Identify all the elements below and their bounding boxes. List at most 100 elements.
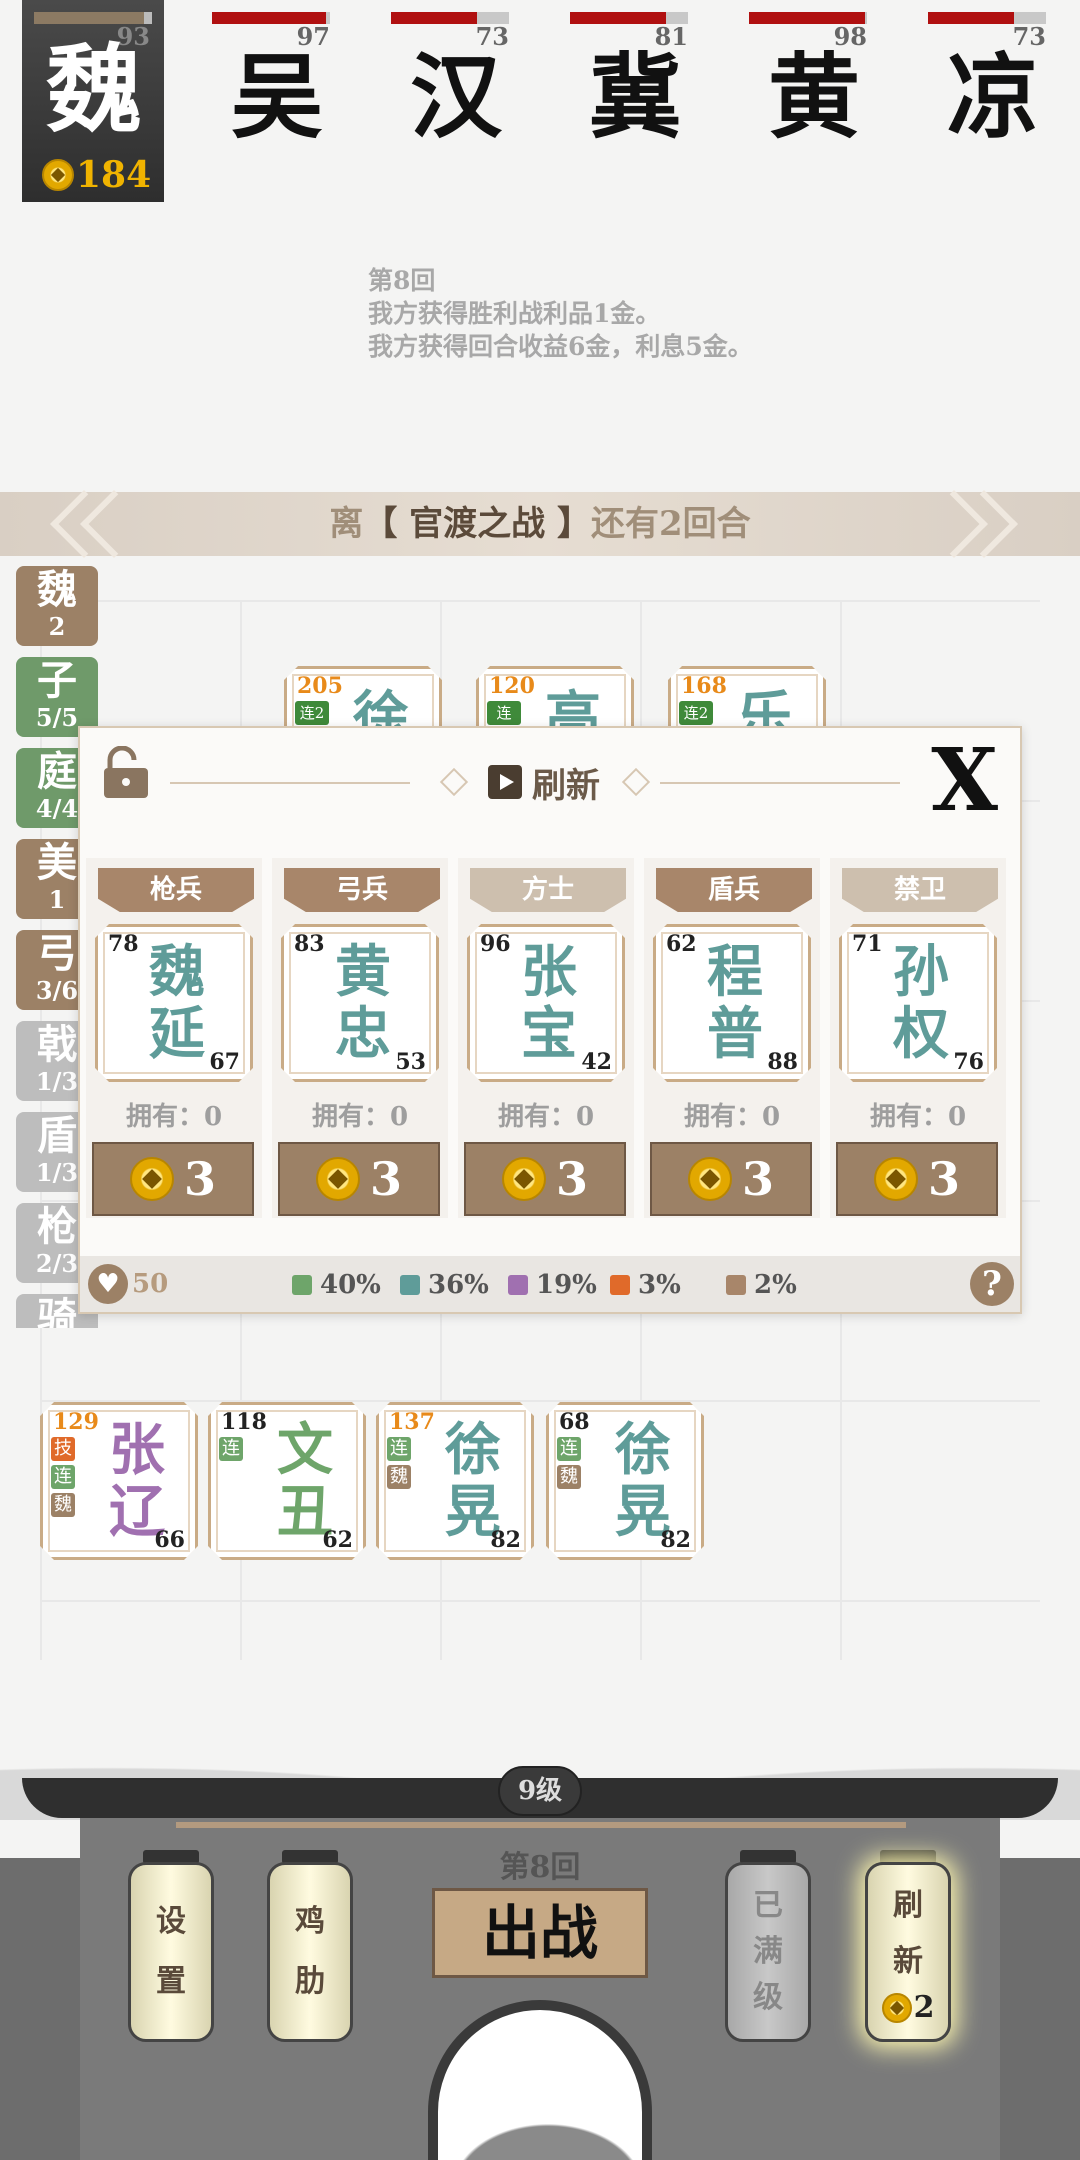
owned-count: 拥有：0 <box>497 1102 595 1132</box>
enemy-faction-glyph: 吴 <box>230 43 323 151</box>
unlock-icon[interactable] <box>98 746 154 802</box>
log-loot: 我方获得胜利战利品1金。 <box>368 299 661 328</box>
buy-button[interactable]: 3 <box>92 1142 254 1216</box>
price-value: 3 <box>183 1152 216 1206</box>
player-faction-panel: 93 魏 184 <box>22 0 164 202</box>
unit-badges: 技连魏 <box>51 1437 79 1521</box>
unit-name: 黄忠 <box>304 941 422 1065</box>
tier-odds-value: 2% <box>754 1270 797 1300</box>
bench-unit-card[interactable]: 137 连魏徐晃 82 <box>376 1402 534 1560</box>
enemy-faction-glyph: 凉 <box>946 43 1039 151</box>
tier-color-swatch <box>610 1275 630 1295</box>
tier-odds: 19% <box>508 1270 597 1300</box>
banner-prefix: 离 <box>329 504 364 544</box>
unit-defense: 42 <box>581 1049 612 1075</box>
buy-button[interactable]: 3 <box>836 1142 998 1216</box>
buy-button[interactable]: 3 <box>650 1142 812 1216</box>
enemy-faction[interactable]: 81 冀 <box>570 12 700 152</box>
shop-unit-card[interactable]: 71 孙权 76 <box>839 924 997 1082</box>
unit-class-label: 禁卫 <box>842 868 998 912</box>
shop-refresh-button[interactable]: 刷新 <box>488 754 600 810</box>
gold-coin-icon <box>873 1157 918 1201</box>
fight-button[interactable]: 出战 <box>432 1888 648 1978</box>
shop-panel: 刷新 X 枪兵 78 魏延 67 拥有：0 3 弓兵 83 黄忠 53 拥有：0 3 方士 96 张宝 42 拥… <box>78 726 1022 1314</box>
refresh-shop-button[interactable]: 刷 新 2 <box>865 1862 951 2042</box>
buy-button[interactable]: 3 <box>464 1142 626 1216</box>
settings-button[interactable]: 设 置 <box>128 1862 214 2042</box>
chain-badge: 连2 <box>679 701 713 725</box>
event-banner: 离【 官渡之战 】还有2回合 <box>0 490 1080 558</box>
unit-badge: 魏 <box>51 1493 75 1517</box>
shop-unit-card[interactable]: 96 张宝 42 <box>467 924 625 1082</box>
tier-odds-value: 36% <box>428 1270 489 1300</box>
unit-badge: 连 <box>557 1437 581 1461</box>
help-button[interactable]: ? <box>970 1262 1014 1306</box>
title-divider-left <box>170 782 410 784</box>
banner-suffix: 还有2回合 <box>591 504 751 544</box>
level-up-button-maxed[interactable]: 已 满 级 <box>725 1862 811 2042</box>
shop-unit-card[interactable]: 62 程普 88 <box>653 924 811 1082</box>
shop-odds-bar: ♥ 50 40% 36% 19% 3% 2% ? <box>80 1256 1020 1312</box>
bench-unit-card[interactable]: 68 连魏徐晃 82 <box>546 1402 704 1560</box>
tier-color-swatch <box>400 1275 420 1295</box>
heart-icon: ♥ <box>88 1264 128 1304</box>
bench-unit-card[interactable]: 129 技连魏张辽 66 <box>40 1402 198 1560</box>
enemy-faction[interactable]: 97 吴 <box>212 12 342 152</box>
unit-badges: 连魏 <box>387 1437 415 1493</box>
tier-odds-value: 40% <box>320 1270 381 1300</box>
enemy-faction[interactable]: 98 黄 <box>749 12 879 152</box>
tier-odds: 2% <box>726 1270 797 1300</box>
unit-name: 徐晃 <box>593 1419 693 1543</box>
shop-slot: 弓兵 83 黄忠 53 拥有：0 3 <box>272 858 448 1218</box>
buy-button[interactable]: 3 <box>278 1142 440 1216</box>
unit-badge: 连 <box>219 1437 243 1461</box>
unit-name-char-1: 孙 <box>893 939 949 1005</box>
refresh-cost: 2 <box>868 1990 948 2026</box>
settings-label-2: 置 <box>156 1964 186 1999</box>
price-value: 3 <box>741 1152 774 1206</box>
tier-color-swatch <box>726 1275 746 1295</box>
tier-odds-value: 19% <box>536 1270 597 1300</box>
unit-badges: 连 <box>487 701 521 729</box>
unit-name: 文丑 <box>255 1419 355 1543</box>
chevron-right-icon <box>910 490 1040 558</box>
price-value: 3 <box>927 1152 960 1206</box>
unit-name-char-1: 程 <box>707 939 763 1005</box>
close-button[interactable]: X <box>931 736 998 826</box>
tab-name: 子 <box>37 657 77 704</box>
shop-slot: 方士 96 张宝 42 拥有：0 3 <box>458 858 634 1218</box>
title-diamond-left <box>439 767 469 797</box>
unit-type-tab[interactable]: 子 5/5 <box>16 657 98 737</box>
unit-type-tab[interactable]: 魏2 <box>16 566 98 646</box>
gold-coin-icon <box>687 1157 732 1201</box>
maxed-label-3: 级 <box>753 1980 783 2015</box>
enemy-faction-glyph: 汉 <box>409 43 502 151</box>
building-beam <box>176 1822 906 1828</box>
unit-badges: 连 <box>219 1437 247 1465</box>
player-faction-glyph: 魏 <box>46 33 142 146</box>
shop-unit-card[interactable]: 83 黄忠 53 <box>281 924 439 1082</box>
unit-badge: 技 <box>51 1437 75 1461</box>
shop-unit-card[interactable]: 78 魏延 67 <box>95 924 253 1082</box>
unit-class-label: 弓兵 <box>284 868 440 912</box>
gold-coin-icon <box>501 1157 546 1201</box>
bench-unit-card[interactable]: 118 连文丑 62 <box>208 1402 366 1560</box>
unit-badges: 连魏 <box>557 1437 585 1493</box>
video-icon <box>488 765 522 799</box>
unit-name-char-1: 文 <box>277 1417 333 1483</box>
chicken-rib-label-2: 肋 <box>295 1964 325 1999</box>
unit-name-char-1: 徐 <box>445 1417 501 1483</box>
unit-name-char-1: 魏 <box>149 939 205 1005</box>
tier-odds: 36% <box>400 1270 489 1300</box>
chain-badge: 连 <box>487 701 521 725</box>
refresh-label-2: 新 <box>893 1944 923 1979</box>
chevron-left-icon <box>40 490 170 558</box>
enemy-faction[interactable]: 73 凉 <box>928 12 1058 152</box>
gold-coin-icon <box>881 1993 912 2023</box>
unit-attack: 68 <box>559 1409 590 1435</box>
chicken-rib-button[interactable]: 鸡 肋 <box>267 1862 353 2042</box>
shop-refresh-label: 刷新 <box>532 765 600 806</box>
enemy-faction[interactable]: 73 汉 <box>391 12 521 152</box>
shop-slot: 枪兵 78 魏延 67 拥有：0 3 <box>86 858 262 1218</box>
unit-badge: 连 <box>387 1437 411 1461</box>
